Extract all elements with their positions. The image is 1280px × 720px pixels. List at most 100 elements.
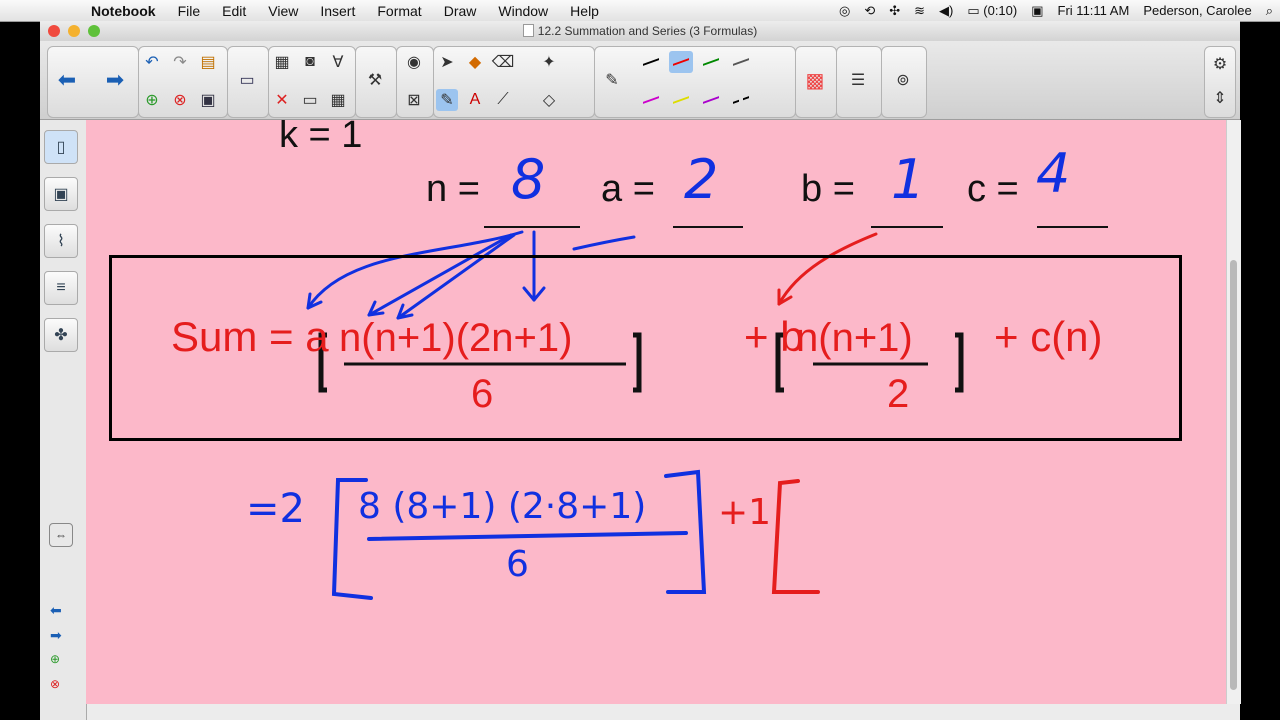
pen-swatch-gray[interactable] xyxy=(729,51,753,73)
forward-arrow-icon[interactable]: ➡ xyxy=(104,67,126,92)
menu-file[interactable]: File xyxy=(178,3,201,19)
work-denominator: 6 xyxy=(506,544,529,585)
pen-style-group: ✎ xyxy=(594,46,796,118)
title-bar: 12.2 Summation and Series (3 Formulas) xyxy=(40,21,1240,41)
screen-shade-icon[interactable]: ▭ xyxy=(236,69,258,91)
table-icon[interactable]: ▦ xyxy=(327,89,349,111)
document-camera-icon[interactable]: ▦ xyxy=(271,51,293,73)
bluetooth-icon[interactable]: ✣ xyxy=(889,3,900,19)
addons-icon[interactable]: ✤ xyxy=(44,318,78,352)
nav-group: ⬅ ➡ xyxy=(47,46,139,118)
pen-swatch-magenta[interactable] xyxy=(639,89,663,111)
redo-icon[interactable]: ↷ xyxy=(169,51,191,73)
pen-swatch-purple[interactable] xyxy=(699,89,723,111)
close-window-button[interactable] xyxy=(48,25,60,37)
screen-icon[interactable]: ▭ xyxy=(299,89,321,111)
menu-window[interactable]: Window xyxy=(498,3,548,19)
work-equals-2: =2 xyxy=(246,486,305,532)
clear-icon[interactable]: ✕ xyxy=(271,89,293,111)
pen-swatch-green[interactable] xyxy=(699,51,723,73)
document-icon xyxy=(522,24,534,37)
screen-recording-icon[interactable]: ◎ xyxy=(839,3,850,19)
menu-app-name[interactable]: Notebook xyxy=(91,3,156,19)
insert-text-icon[interactable]: Ɐ xyxy=(327,51,349,73)
sidebar-delete-page-icon[interactable]: ⊗ xyxy=(50,677,60,691)
activity-icon[interactable]: ◉ xyxy=(403,51,425,73)
menu-help[interactable]: Help xyxy=(570,3,599,19)
fraction2-numerator: n(n+1) xyxy=(796,316,913,360)
tools-group: ⚒ xyxy=(355,46,397,118)
status-area: ◎ ⟲ ✣ ≋ ◀) ▭ (0:10) ▣ Fri 11:11 AM Peder… xyxy=(832,0,1280,21)
properties-icon[interactable]: ≡ xyxy=(44,271,78,305)
fraction2-denominator: 2 xyxy=(887,372,910,416)
pen-swatch-yellow[interactable] xyxy=(669,89,693,111)
menu-draw[interactable]: Draw xyxy=(444,3,477,19)
battery-icon[interactable]: ▭ (0:10) xyxy=(967,3,1017,19)
menu-insert[interactable]: Insert xyxy=(320,3,355,19)
line-style-group: ☰ xyxy=(836,46,882,118)
gallery-icon[interactable]: ▣ xyxy=(44,177,78,211)
whiteboard-canvas[interactable]: k = 1 n = a = b = c = 8 2 1 4 Sum = a n(… xyxy=(86,120,1226,704)
response-icon[interactable]: ⊠ xyxy=(403,89,425,111)
settings-icon[interactable]: ⚙ xyxy=(1209,53,1231,75)
window-title: 12.2 Summation and Series (3 Formulas) xyxy=(537,24,758,38)
pens-icon[interactable]: ✎ xyxy=(436,89,458,111)
undo-icon[interactable]: ↶ xyxy=(141,51,163,73)
add-page-icon[interactable]: ⊕ xyxy=(141,89,163,111)
capture-icon[interactable]: ◙ xyxy=(299,51,321,73)
text-icon[interactable]: A xyxy=(464,89,486,111)
save-icon[interactable]: ▣ xyxy=(197,89,219,111)
input-menu-icon[interactable]: ▣ xyxy=(1031,3,1043,19)
shapes-icon[interactable]: ◆ xyxy=(464,51,486,73)
fraction1-numerator: n(n+1)(2n+1) xyxy=(339,316,573,360)
zoom-window-button[interactable] xyxy=(88,25,100,37)
menu-bar: Notebook File Edit View Insert Format Dr… xyxy=(0,0,1280,22)
spotlight-icon[interactable]: ⌕ xyxy=(1266,3,1273,19)
page-sorter-icon[interactable]: ▯ xyxy=(44,130,78,164)
line-icon[interactable]: ⟋ xyxy=(492,89,514,111)
pen-type-icon[interactable]: ✎ xyxy=(601,69,623,91)
sidebar-add-page-icon[interactable]: ⊕ xyxy=(50,652,60,666)
line-style-icon[interactable]: ☰ xyxy=(847,69,869,91)
menu-format[interactable]: Format xyxy=(377,3,421,19)
plus-b: + b xyxy=(744,313,804,360)
next-page-icon[interactable]: ➡ xyxy=(50,627,62,644)
previous-page-icon[interactable]: ⬅ xyxy=(50,602,62,619)
sidebar-toggle-icon[interactable]: ⇔ xyxy=(49,523,73,547)
page-group: ↶ ↷ ▤ ⊕ ⊗ ▣ xyxy=(138,46,228,118)
magic-pen-icon[interactable]: ✦ xyxy=(538,51,560,73)
scrollbar-thumb[interactable] xyxy=(1230,260,1237,690)
plus-cn: + c(n) xyxy=(994,313,1103,360)
wifi-icon[interactable]: ≋ xyxy=(914,3,925,19)
work-numerator: 8 (8+1) (2·8+1) xyxy=(358,486,647,527)
vertical-scrollbar[interactable] xyxy=(1226,120,1241,704)
work-plus-1: +1 xyxy=(718,492,772,533)
menu-view[interactable]: View xyxy=(268,3,298,19)
eraser-icon[interactable]: ⌫ xyxy=(492,51,515,73)
fill-icon[interactable]: ◇ xyxy=(538,89,560,111)
attachments-icon[interactable]: ⌇ xyxy=(44,224,78,258)
extra-group: ◉ ⊠ xyxy=(396,46,434,118)
user-name[interactable]: Pederson, Carolee xyxy=(1143,3,1251,18)
menu-edit[interactable]: Edit xyxy=(222,3,246,19)
color-palette-icon[interactable]: ▩ xyxy=(804,69,826,92)
time-machine-icon[interactable]: ⟲ xyxy=(864,3,875,19)
sidebar: ▯ ▣ ⌇ ≡ ✤ ⇔ ⬅ ➡ ⊕ ⊗ xyxy=(40,120,87,720)
pen-swatch-dashed[interactable] xyxy=(729,89,753,111)
toolbox-icon[interactable]: ⚒ xyxy=(364,69,386,91)
select-icon[interactable]: ➤ xyxy=(436,51,458,73)
back-arrow-icon[interactable]: ⬅ xyxy=(56,67,78,92)
clock[interactable]: Fri 11:11 AM xyxy=(1058,3,1130,18)
delete-page-icon[interactable]: ⊗ xyxy=(169,89,191,111)
paste-icon[interactable]: ▤ xyxy=(197,51,219,73)
volume-icon[interactable]: ◀) xyxy=(939,3,953,19)
fraction1-denominator: 6 xyxy=(471,372,494,416)
pen-swatch-red[interactable] xyxy=(669,51,693,73)
settings-group: ⚙ ⇕ xyxy=(1204,46,1236,118)
toolbar-position-icon[interactable]: ⇕ xyxy=(1209,87,1231,109)
transparency-icon[interactable]: ⊚ xyxy=(892,69,914,91)
sum-prefix: Sum = a xyxy=(171,313,329,360)
battery-time: (0:10) xyxy=(983,2,1018,18)
minimize-window-button[interactable] xyxy=(68,25,80,37)
pen-swatch-black[interactable] xyxy=(639,51,663,73)
